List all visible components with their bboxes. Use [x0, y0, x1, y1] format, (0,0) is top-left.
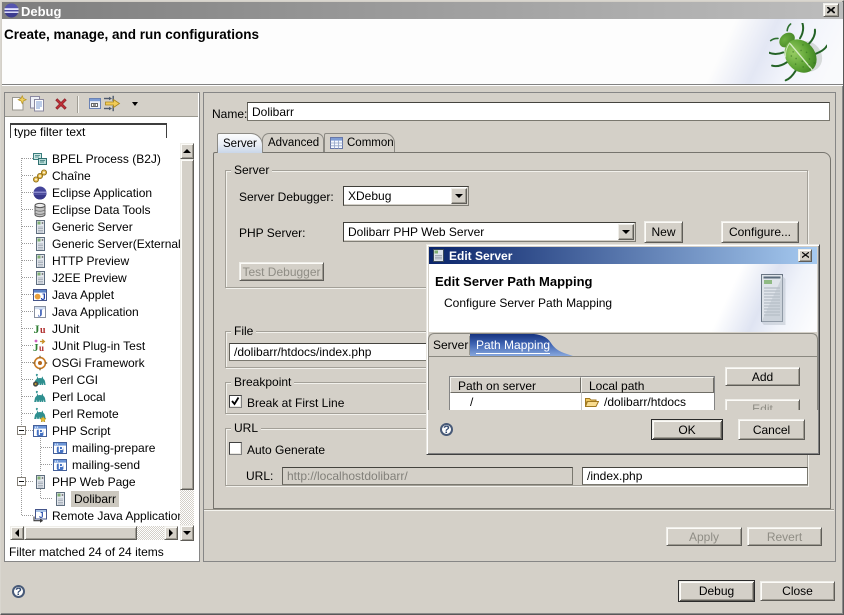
svg-text:J: J [41, 291, 46, 301]
svg-text:J: J [34, 322, 40, 336]
svg-text:u: u [40, 325, 46, 336]
svg-text:J: J [38, 308, 43, 319]
svg-text:P: P [38, 428, 44, 437]
svg-text:P: P [58, 462, 64, 471]
svg-text:J: J [39, 510, 43, 519]
svg-text:u: u [39, 343, 44, 353]
svg-text:P: P [58, 445, 64, 454]
